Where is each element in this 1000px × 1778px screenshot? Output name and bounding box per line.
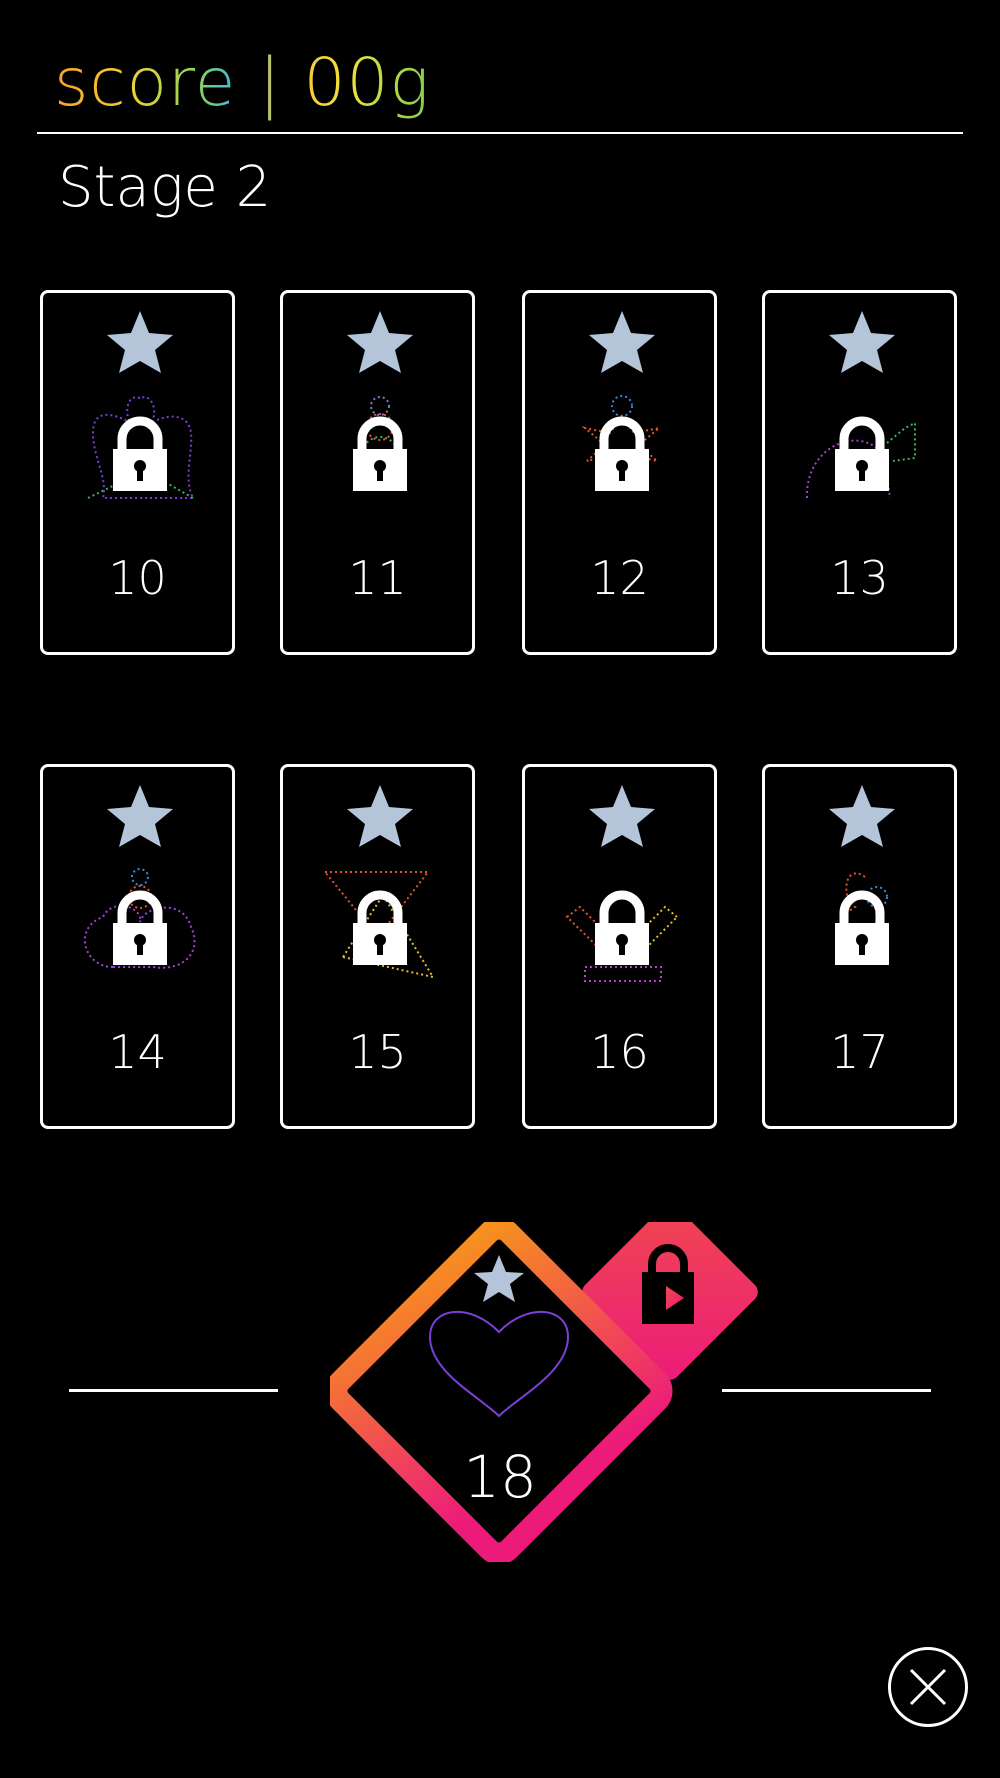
level-number: 10 [108,551,167,605]
featured-level-number: 18 [463,1443,537,1511]
level-card-10[interactable]: 10 [40,290,235,655]
star-icon [829,311,895,373]
level-number: 15 [348,1025,407,1079]
star-icon [347,785,413,847]
level-card-14[interactable]: 14 [40,764,235,1129]
lock-icon [595,890,649,965]
video-unlock-tab[interactable] [578,1204,760,1384]
level-number: 12 [590,551,649,605]
level-number: 13 [830,551,889,605]
score-display: score | 00g [54,38,430,128]
lock-icon [835,890,889,965]
star-icon [107,785,173,847]
shape-outline-heart [428,1310,570,1418]
level-card-15[interactable]: 15 [280,764,475,1129]
star-icon [589,785,655,847]
level-number: 11 [348,551,407,605]
header-divider [37,132,963,134]
level-card-16[interactable]: 16 [522,764,717,1129]
stage-title: Stage 2 [58,155,272,220]
level-card-13[interactable]: 13 [762,290,957,655]
level-card-11[interactable]: 11 [280,290,475,655]
featured-level-card-18[interactable] [325,1204,760,1565]
level-card-12[interactable]: 12 [522,290,717,655]
star-icon [829,785,895,847]
star-icon [107,311,173,373]
lock-icon [113,890,167,965]
level-card-17[interactable]: 17 [762,764,957,1129]
lock-icon [113,416,167,491]
lock-icon [353,416,407,491]
level-number: 14 [108,1025,167,1079]
lock-icon [353,890,407,965]
star-icon [474,1255,524,1302]
level-number: 16 [590,1025,649,1079]
close-icon [909,1668,947,1706]
star-icon [347,311,413,373]
star-icon [589,311,655,373]
lock-icon [595,416,649,491]
featured-left-line [69,1389,278,1392]
level-number: 17 [830,1025,889,1079]
close-button[interactable] [888,1647,968,1727]
lock-icon [835,416,889,491]
